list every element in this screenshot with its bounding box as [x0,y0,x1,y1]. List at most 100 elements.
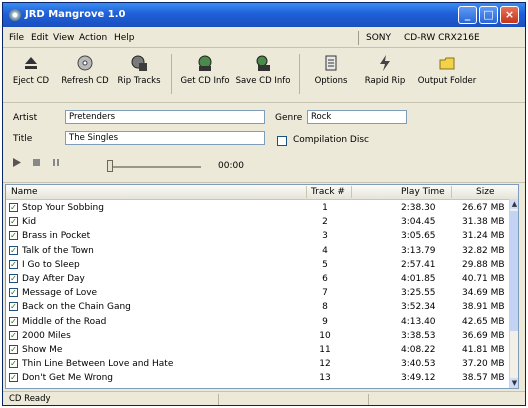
column-divider[interactable] [351,186,352,198]
rapid-rip-button[interactable]: Rapid Rip [361,52,409,98]
get-cd-info-icon [196,54,214,72]
track-play-time: 3:05.65 [401,231,436,242]
column-divider[interactable] [306,186,307,198]
track-checkbox[interactable]: ✓ [9,245,18,255]
artist-field[interactable]: Pretenders [65,110,265,124]
rapid-rip-icon [376,54,394,72]
menu-help[interactable]: Help [114,33,135,43]
track-name: Talk of the Town [22,245,94,256]
track-name: Show Me [22,345,63,355]
table-row[interactable]: ✓ Don't Get Me Wrong 13 3:49.12 38.57 MB [6,371,510,385]
save-cd-info-button[interactable]: Save CD Info [235,52,291,98]
track-play-time: 4:13.40 [401,316,436,327]
track-number: 12 [319,359,331,370]
table-row[interactable]: ✓ 2000 Miles 10 3:38.53 36.69 MB [6,329,510,343]
output-folder-label: Output Folder [417,76,477,86]
scroll-thumb[interactable] [510,211,518,331]
rapid-rip-label: Rapid Rip [364,76,406,86]
refresh-cd-button[interactable]: Refresh CD [61,52,109,98]
options-label: Options [314,76,348,86]
track-list-header: Name Track # Play Time Size [6,185,518,200]
track-name: Brass in Pocket [22,231,91,242]
options-button[interactable]: Options [309,52,353,98]
menu-view[interactable]: View [53,33,74,43]
title-field[interactable]: The Singles [65,131,265,145]
column-header-play-time[interactable]: Play Time [401,187,445,197]
track-checkbox[interactable]: ✓ [9,274,18,283]
track-number: 6 [322,274,328,284]
track-play-time: 3:04.45 [401,217,436,228]
track-play-time: 3:49.12 [401,373,436,384]
table-row[interactable]: ✓ Day After Day 6 4:01.85 40.71 MB [6,272,510,286]
track-checkbox[interactable]: ✓ [9,231,18,241]
track-number: 9 [322,316,328,327]
status-divider [218,394,219,405]
table-row[interactable]: ✓ Show Me 11 4:08.22 41.81 MB [6,343,510,357]
track-play-time: 3:40.53 [401,359,436,370]
track-number: 5 [322,259,328,270]
track-checkbox[interactable]: ✓ [9,288,18,298]
menu-bar: File Edit View Action Help SONY CD-RW CR… [3,29,525,48]
table-row[interactable]: ✓ Thin Line Between Love and Hate 12 3:40.5… [6,357,510,371]
scroll-up-icon[interactable]: ▲ [510,199,518,209]
get-cd-info-button[interactable]: Get CD Info [179,52,231,98]
vertical-scrollbar[interactable]: ▲ ▼ [509,199,518,388]
column-header-name[interactable]: Name [11,187,38,197]
track-checkbox[interactable]: ✓ [9,345,18,354]
track-play-time: 3:38.53 [401,330,436,341]
table-row[interactable]: ✓ Stop Your Sobbing 1 2:38.30 26.67 MB [6,201,510,215]
eject-cd-button[interactable]: Eject CD [11,52,51,98]
track-name: Middle of the Road [22,316,107,327]
track-size: 26.67 MB [462,203,505,213]
table-row[interactable]: ✓ Middle of the Road 9 4:13.40 42.65 MB [6,315,510,329]
column-header-size[interactable]: Size [476,187,494,197]
menu-edit[interactable]: Edit [31,33,48,43]
close-button[interactable]: × [500,6,519,24]
table-row[interactable]: ✓ Message of Love 7 3:25.55 34.69 MB [6,286,510,300]
column-header-track[interactable]: Track # [311,187,345,197]
track-number: 1 [322,203,328,213]
rip-tracks-button[interactable]: Rip Tracks [115,52,163,98]
minimize-button[interactable]: _ [458,6,477,24]
stop-icon[interactable] [33,158,41,170]
track-checkbox[interactable]: ✓ [9,373,18,383]
pause-icon[interactable] [53,158,61,170]
status-bar: CD Ready [3,391,525,405]
maximize-button[interactable]: □ [479,6,498,24]
output-folder-button[interactable]: Output Folder [417,52,477,98]
track-size: 40.71 MB [462,274,505,284]
track-name: Back on the Chain Gang [22,302,131,313]
track-play-time: 2:57.41 [401,259,436,270]
track-play-time: 3:25.55 [401,288,436,299]
track-size: 37.20 MB [462,359,505,370]
table-row[interactable]: ✓ Back on the Chain Gang 8 3:52.34 38.91 MB [6,300,510,314]
track-checkbox[interactable]: ✓ [9,203,18,212]
menu-action[interactable]: Action [79,33,107,43]
track-checkbox[interactable]: ✓ [9,316,18,326]
play-icon[interactable] [13,158,21,170]
track-checkbox[interactable]: ✓ [9,359,18,369]
drive-model[interactable]: CD-RW CRX216E [404,33,480,43]
title-bar[interactable]: JRD Mangrove 1.0 _ □ × [3,3,525,27]
seek-track[interactable] [111,166,201,168]
menu-file[interactable]: File [9,33,24,43]
table-row[interactable]: ✓ Brass in Pocket 3 3:05.65 31.24 MB [6,229,510,243]
compilation-checkbox[interactable] [277,136,287,146]
app-cd-icon [9,9,21,21]
table-row[interactable]: ✓ Kid 2 3:04.45 31.38 MB [6,215,510,229]
table-row[interactable]: ✓ I Go to Sleep 5 2:57.41 29.88 MB [6,258,510,272]
track-checkbox[interactable]: ✓ [9,330,18,340]
scroll-down-icon[interactable]: ▼ [510,378,518,388]
track-number: 3 [322,231,328,242]
column-divider[interactable] [451,186,452,198]
table-row[interactable]: ✓ Talk of the Town 4 3:13.79 32.82 MB [6,244,510,258]
track-checkbox[interactable]: ✓ [9,259,18,269]
track-size: 42.65 MB [462,316,505,327]
track-size: 38.57 MB [462,373,505,384]
track-checkbox[interactable]: ✓ [9,302,18,312]
track-size: 31.24 MB [462,231,505,242]
track-number: 11 [319,345,331,355]
track-checkbox[interactable]: ✓ [9,217,18,227]
seek-handle[interactable] [107,160,113,172]
genre-field[interactable]: Rock [307,110,407,124]
